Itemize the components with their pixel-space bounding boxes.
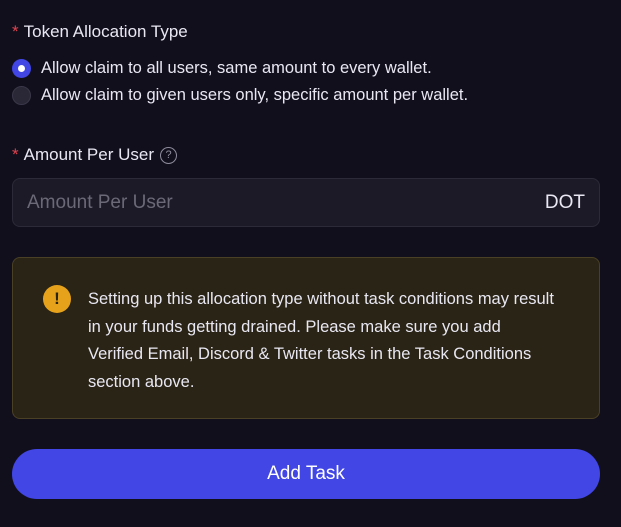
amount-per-user-label-text: Amount Per User xyxy=(23,145,155,164)
add-task-button[interactable]: Add Task xyxy=(12,449,600,499)
allocation-warning-box: ! Setting up this allocation type withou… xyxy=(12,257,600,419)
help-question-icon[interactable]: ? xyxy=(160,146,178,164)
required-mark: * xyxy=(12,22,19,41)
warning-message: Setting up this allocation type without … xyxy=(88,290,554,391)
required-mark: * xyxy=(12,145,19,164)
radio-checked-icon[interactable] xyxy=(12,59,31,78)
allocation-option-all-users[interactable]: Allow claim to all users, same amount to… xyxy=(12,59,432,78)
radio-unchecked-icon[interactable] xyxy=(12,86,31,105)
task-form: * Token Allocation Type Allow claim to a… xyxy=(0,0,621,527)
token-unit-label: DOT xyxy=(544,191,585,213)
amount-per-user-label: * Amount Per User ? xyxy=(12,145,178,165)
amount-per-user-field[interactable]: DOT xyxy=(12,178,600,227)
allocation-type-label: * Token Allocation Type xyxy=(12,22,188,42)
allocation-option-label: Allow claim to given users only, specifi… xyxy=(41,86,469,104)
warning-exclamation-icon: ! xyxy=(43,285,71,313)
allocation-option-label: Allow claim to all users, same amount to… xyxy=(41,59,432,77)
allocation-option-given-users[interactable]: Allow claim to given users only, specifi… xyxy=(12,86,468,105)
amount-per-user-input[interactable] xyxy=(27,191,545,214)
allocation-type-label-text: Token Allocation Type xyxy=(23,22,188,41)
